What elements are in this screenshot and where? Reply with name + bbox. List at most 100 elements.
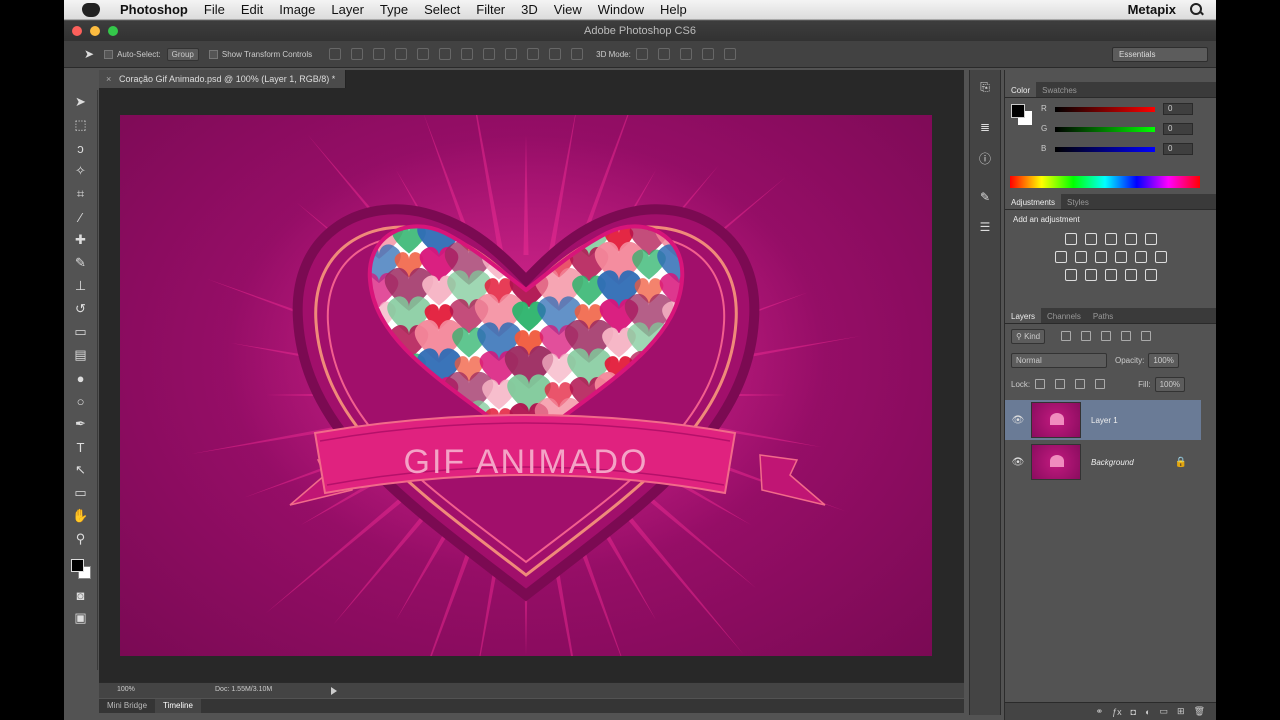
menu-3d[interactable]: 3D xyxy=(513,2,546,17)
filter-shape-icon[interactable] xyxy=(1121,331,1132,341)
menu-user[interactable]: Metapix xyxy=(1128,2,1190,17)
hand-tool-button[interactable]: ✋ xyxy=(70,506,92,526)
distribute-bottom-icon[interactable] xyxy=(505,48,518,60)
layer-kind-filter[interactable]: ⚲ Kind xyxy=(1011,328,1046,344)
menu-view[interactable]: View xyxy=(546,2,590,17)
tab-color[interactable]: Color xyxy=(1005,82,1037,97)
menu-help[interactable]: Help xyxy=(652,2,695,17)
levels-icon[interactable] xyxy=(1084,233,1097,245)
3d-rotate-icon[interactable] xyxy=(635,48,648,60)
distribute-left-icon[interactable] xyxy=(527,48,540,60)
pen-tool-button[interactable]: ✒ xyxy=(70,414,92,434)
menu-image[interactable]: Image xyxy=(271,2,323,17)
brush-panel-icon[interactable]: ✎ xyxy=(975,190,995,210)
close-window-button[interactable] xyxy=(72,26,82,36)
clone-stamp-tool-button[interactable]: ⊥ xyxy=(70,276,92,296)
vibrance-icon[interactable] xyxy=(1144,233,1157,245)
tab-channels[interactable]: Channels xyxy=(1041,308,1087,323)
r-slider[interactable] xyxy=(1055,107,1155,112)
close-tab-icon[interactable]: × xyxy=(106,70,111,88)
tab-adjustments[interactable]: Adjustments xyxy=(1005,194,1062,209)
fill-input[interactable]: 100% xyxy=(1154,376,1186,392)
dodge-tool-button[interactable]: ○ xyxy=(70,391,92,411)
zoom-tool-button[interactable]: ⚲ xyxy=(70,529,92,549)
gradient-map-icon[interactable] xyxy=(1124,269,1137,281)
color-spectrum[interactable] xyxy=(1010,176,1200,188)
color-swatches[interactable] xyxy=(68,555,94,581)
align-bottom-icon[interactable] xyxy=(373,48,386,60)
magic-wand-tool-button[interactable]: ✧ xyxy=(70,161,92,181)
menu-app-name[interactable]: Photoshop xyxy=(112,2,196,17)
properties-panel-icon[interactable]: ≣ xyxy=(975,120,995,140)
exposure-icon[interactable] xyxy=(1124,233,1137,245)
layer-name[interactable]: Background xyxy=(1091,458,1134,467)
screen-mode-button[interactable]: ▣ xyxy=(70,608,92,628)
show-transform-checkbox[interactable] xyxy=(208,49,218,59)
menu-edit[interactable]: Edit xyxy=(233,2,271,17)
layer-row-selected[interactable]: 👁 Layer 1 xyxy=(1005,400,1201,440)
lock-all-icon[interactable] xyxy=(1095,379,1106,389)
g-value-input[interactable]: 0 xyxy=(1163,123,1193,135)
history-brush-tool-button[interactable]: ↺ xyxy=(70,299,92,319)
visibility-eye-icon[interactable]: 👁 xyxy=(1005,415,1031,426)
canvas[interactable]: GIF ANIMADO xyxy=(120,115,932,656)
align-hcenter-icon[interactable] xyxy=(417,48,430,60)
3d-drag-icon[interactable] xyxy=(679,48,692,60)
filter-pixel-icon[interactable] xyxy=(1061,331,1072,341)
history-panel-icon[interactable]: ⎘ xyxy=(975,80,995,100)
invert-icon[interactable] xyxy=(1064,269,1077,281)
eyedropper-tool-button[interactable]: ⁄ xyxy=(70,207,92,227)
b-slider[interactable] xyxy=(1055,147,1155,152)
tab-layers[interactable]: Layers xyxy=(1005,308,1042,323)
selective-color-icon[interactable] xyxy=(1144,269,1157,281)
menu-type[interactable]: Type xyxy=(372,2,416,17)
b-value-input[interactable]: 0 xyxy=(1163,143,1193,155)
lasso-tool-button[interactable]: ↄ xyxy=(70,138,92,158)
crop-tool-button[interactable]: ⌗ xyxy=(70,184,92,204)
3d-slide-icon[interactable] xyxy=(701,48,714,60)
color-lookup-icon[interactable] xyxy=(1154,251,1167,263)
align-top-icon[interactable] xyxy=(329,48,342,60)
brush-presets-panel-icon[interactable]: ☰ xyxy=(975,220,995,240)
new-layer-icon[interactable]: ⊞ xyxy=(1177,706,1185,717)
curves-icon[interactable] xyxy=(1104,233,1117,245)
align-right-icon[interactable] xyxy=(439,48,452,60)
r-value-input[interactable]: 0 xyxy=(1163,103,1193,115)
apple-icon[interactable] xyxy=(82,2,100,17)
menu-filter[interactable]: Filter xyxy=(468,2,513,17)
marquee-tool-button[interactable]: ⬚ xyxy=(70,115,92,135)
visibility-eye-icon[interactable]: 👁 xyxy=(1005,457,1031,468)
minimize-window-button[interactable] xyxy=(90,26,100,36)
filter-type-icon[interactable] xyxy=(1101,331,1112,341)
menu-select[interactable]: Select xyxy=(416,2,468,17)
foreground-color-swatch[interactable] xyxy=(70,559,84,572)
black-white-icon[interactable] xyxy=(1094,251,1107,263)
layer-row[interactable]: 👁 Background 🔒 xyxy=(1005,442,1201,482)
brightness-contrast-icon[interactable] xyxy=(1064,233,1077,245)
link-layers-icon[interactable]: ⚭ xyxy=(1096,706,1104,717)
brush-tool-button[interactable]: ✎ xyxy=(70,253,92,273)
tab-swatches[interactable]: Swatches xyxy=(1036,82,1083,97)
align-left-icon[interactable] xyxy=(395,48,408,60)
distribute-vcenter-icon[interactable] xyxy=(483,48,496,60)
hue-saturation-icon[interactable] xyxy=(1054,251,1067,263)
align-vcenter-icon[interactable] xyxy=(351,48,364,60)
opacity-input[interactable]: 100% xyxy=(1148,352,1179,368)
3d-roll-icon[interactable] xyxy=(657,48,670,60)
g-slider[interactable] xyxy=(1055,127,1155,132)
auto-select-dropdown[interactable]: Group xyxy=(166,47,199,61)
path-selection-tool-button[interactable]: ↖ xyxy=(70,460,92,480)
menu-window[interactable]: Window xyxy=(590,2,652,17)
blend-mode-dropdown[interactable]: Normal xyxy=(1011,352,1107,368)
quick-mask-button[interactable]: ◙ xyxy=(70,585,92,605)
tab-mini-bridge[interactable]: Mini Bridge xyxy=(99,699,155,713)
new-adjustment-layer-icon[interactable]: ◐ xyxy=(1145,707,1150,717)
posterize-icon[interactable] xyxy=(1084,269,1097,281)
workspace-dropdown[interactable]: Essentials xyxy=(1112,47,1208,62)
3d-scale-icon[interactable] xyxy=(723,48,736,60)
menu-file[interactable]: File xyxy=(196,2,233,17)
info-panel-icon[interactable]: ⓘ xyxy=(975,150,995,170)
healing-brush-tool-button[interactable]: ✚ xyxy=(70,230,92,250)
move-tool-icon[interactable]: ➤ xyxy=(84,47,94,61)
menu-layer[interactable]: Layer xyxy=(323,2,372,17)
